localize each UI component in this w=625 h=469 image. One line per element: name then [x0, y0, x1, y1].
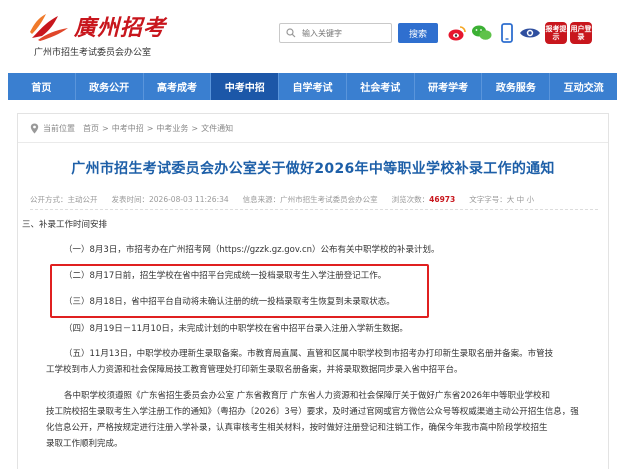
- paragraph-5-line-1: （五）11月13日，中职学校办理新生录取备案。市教育局直属、直管和区属中职学校到…: [64, 349, 554, 359]
- breadcrumb-zhongkao-business[interactable]: 中考业务: [156, 123, 188, 134]
- breadcrumb-separator: >: [146, 124, 154, 133]
- eye-icon[interactable]: [519, 22, 541, 44]
- meta-source: 信息来源：广州市招生考试委员会办公室: [242, 195, 378, 204]
- paragraph-6-line-4: 录取工作顺利完成。: [46, 439, 123, 449]
- paragraph-6-line-1: 各中职学校须遵照《广东省招生委员会办公室 广东省教育厅 广东省人力资源和社会保障…: [64, 391, 551, 401]
- nav-item-public-affairs[interactable]: 政务公开: [76, 73, 144, 100]
- site-subtitle: 广州市招生考试委员会办公室: [34, 48, 152, 58]
- site-header: 廣州招考 广州市招生考试委员会办公室 搜索: [0, 0, 625, 66]
- meta-views-label: 浏览次数：: [391, 195, 430, 204]
- kapok-flower-logo-icon: [30, 14, 68, 41]
- search-box[interactable]: [279, 23, 392, 43]
- nav-item-interaction[interactable]: 互动交流: [550, 73, 617, 100]
- article-title: 广州市招生考试委员会办公室关于做好2026年中等职业学校补录工作的通知: [71, 161, 555, 177]
- wechat-icon[interactable]: [471, 22, 493, 44]
- article-meta: 公开方式：主动公开 发表时间：2026-08-03 11:26:34 信息来源：…: [30, 194, 598, 205]
- nav-item-postgrad-exam[interactable]: 研考学考: [415, 73, 483, 100]
- paragraph-6-line-3: 化信息公开，严格按规定进行注册入学补录，认真审核考生相关材料，按时做好注册登记和…: [46, 423, 548, 433]
- meta-open-mode: 公开方式：主动公开: [30, 195, 98, 204]
- nav-item-home[interactable]: 首页: [8, 73, 76, 100]
- breadcrumb-zhongkao[interactable]: 中考中招: [112, 123, 144, 134]
- section-heading: 三、补录工作时间安排: [22, 220, 108, 230]
- paragraph-6-line-2: 技工院校招生录取考生入学注册工作的通知》（粤招办〔2026〕3号）要求，及时通过…: [46, 407, 579, 417]
- meta-publish-time: 发表时间：2026-08-03 11:26:34: [111, 195, 229, 204]
- divider: [18, 142, 608, 143]
- breadcrumb-home[interactable]: 首页: [83, 123, 99, 134]
- breadcrumb: 当前位置 首页 > 中考中招 > 中考业务 > 文件通知: [30, 123, 236, 134]
- search-input[interactable]: [302, 28, 382, 38]
- paragraph-5-line-2: 工学校到市人力资源和社会保障局技工教育管理处打印新生录取名册备案，并将录取数据同…: [46, 365, 463, 375]
- meta-views-count: 46973: [429, 195, 456, 204]
- nav-item-social-exam[interactable]: 社会考试: [347, 73, 415, 100]
- meta-font-size[interactable]: 文字字号：大 中 小: [469, 194, 534, 205]
- meta-divider: [30, 209, 598, 210]
- search-icon: [286, 28, 296, 38]
- breadcrumb-notices[interactable]: 文件通知: [201, 123, 233, 134]
- nav-item-gov-services[interactable]: 政务服务: [482, 73, 551, 100]
- nav-item-self-study-exam[interactable]: 自学考试: [279, 73, 347, 100]
- site-logo-text[interactable]: 廣州招考: [74, 10, 166, 42]
- main-nav: 首页 政务公开 高考成考 中考中招 自学考试 社会考试 研考学考 政务服务 互动…: [8, 73, 617, 100]
- user-label: 用户登录: [570, 25, 592, 41]
- user-icon[interactable]: 用户登录: [570, 22, 592, 44]
- search-button[interactable]: 搜索: [398, 23, 438, 43]
- breadcrumb-separator: >: [102, 124, 109, 133]
- tips-icon[interactable]: 报考提示: [545, 22, 567, 44]
- highlight-annotation-box: [50, 264, 429, 318]
- nav-item-gaokao[interactable]: 高考成考: [144, 73, 212, 100]
- nav-item-zhongkao[interactable]: 中考中招: [211, 73, 280, 100]
- breadcrumb-label: 当前位置: [43, 124, 75, 133]
- paragraph-1: （一）8月3日，市招考办在广州招考网（https://gzzk.gz.gov.c…: [64, 245, 440, 255]
- meta-views: 浏览次数：46973: [392, 194, 456, 205]
- mobile-icon[interactable]: [496, 22, 518, 44]
- weibo-icon[interactable]: [446, 22, 468, 44]
- breadcrumb-separator: >: [191, 124, 199, 133]
- location-pin-icon: [30, 123, 39, 134]
- paragraph-4: （四）8月19日－11月10日，未完成计划的中职学校在省中招平台录入注册入学新生…: [64, 324, 408, 334]
- tips-label: 报考提示: [545, 25, 567, 41]
